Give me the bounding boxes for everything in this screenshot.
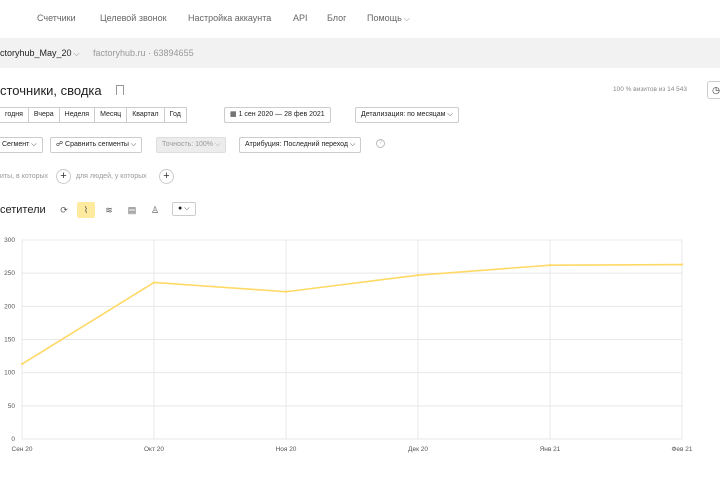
period-quarter[interactable]: Квартал (126, 107, 165, 123)
period-yesterday[interactable]: Вчера (27, 107, 60, 123)
counter-selector[interactable]: ctoryhub_May_20 ⌵ (0, 48, 80, 59)
y-tick-label: 150 (4, 337, 15, 344)
x-tick-label: Ноя 20 (276, 446, 297, 453)
segment-label: Сегмент (2, 141, 30, 148)
visits-sample-note: 100 % визитов из 14 543 (613, 86, 688, 93)
attribution-label: Атрибуция: Последний переход (245, 141, 349, 148)
data-point[interactable] (416, 273, 420, 277)
x-tick-label: Окт 20 (144, 446, 164, 453)
y-tick-label: 200 (4, 303, 15, 310)
y-tick-label: 300 (4, 237, 15, 244)
counter-id: 63894655 (153, 48, 194, 58)
period-today[interactable]: годня (0, 107, 29, 123)
visits-filter-label: иты, в которых (0, 173, 49, 180)
counter-name: ctoryhub_May_20 (0, 48, 72, 58)
nav-account-settings[interactable]: Настройка аккаунта (188, 13, 271, 23)
user-icon[interactable]: ♙ (146, 202, 164, 218)
y-tick-label: 100 (4, 370, 15, 377)
nav-api[interactable]: API (293, 13, 308, 23)
period-year[interactable]: Год (163, 107, 187, 123)
people-filter-label: для людей, у которых (76, 173, 147, 180)
chart-type-dropdown[interactable]: ● ⌵ (172, 202, 196, 216)
bar-chart-icon[interactable]: ▤ (123, 202, 141, 218)
y-tick-label: 50 (8, 403, 16, 410)
data-point[interactable] (284, 290, 288, 293)
detail-dropdown[interactable]: Детализация: по месяцам ⌵ (355, 107, 459, 123)
nav-help[interactable]: Помощь ⌵ (367, 13, 410, 24)
segment-dropdown[interactable]: Сегмент ⌵ (0, 137, 43, 153)
period-week[interactable]: Неделя (58, 107, 96, 123)
add-visits-filter-button[interactable]: + (56, 169, 71, 184)
attribution-dropdown[interactable]: Атрибуция: Последний переход ⌵ (239, 137, 362, 153)
x-tick-label: Янв 21 (540, 446, 561, 453)
data-point[interactable] (680, 263, 684, 266)
period-selector: годня Вчера Неделя Месяц Квартал Год (0, 107, 187, 123)
compare-label: Сравнить сегменты (65, 141, 129, 148)
counter-site-domain: factoryhub.ru (93, 48, 146, 58)
x-tick-label: Фев 21 (671, 446, 692, 453)
y-tick-label: 250 (4, 270, 15, 277)
data-point[interactable] (20, 362, 24, 366)
chevron-down-icon: ⌵ (130, 141, 137, 148)
calendar-icon: ▦ (230, 111, 237, 118)
chevron-down-icon: ⌵ (31, 141, 37, 148)
help-icon[interactable]: ? (376, 139, 385, 148)
date-range-button[interactable]: ▦ 1 сен 2020 — 28 фев 2021 (224, 107, 331, 123)
chevron-down-icon: ⌵ (403, 14, 410, 23)
x-axis: Сен 20 Окт 20 Ноя 20 Дек 20 Янв 21 Фев 21 (12, 446, 693, 453)
x-tick-label: Сен 20 (12, 446, 33, 453)
chevron-down-icon: ⌵ (447, 111, 453, 118)
line-chart-icon[interactable]: ⌇ (77, 202, 95, 218)
chart-series (20, 263, 684, 366)
y-tick-label: 0 (11, 436, 15, 443)
chevron-down-icon: ⌵ (73, 49, 80, 58)
counter-site: factoryhub.ru · 63894655 (93, 48, 194, 58)
x-tick-label: Дек 20 (408, 446, 428, 453)
compare-segments-dropdown[interactable]: ☍ Сравнить сегменты ⌵ (50, 137, 143, 153)
add-people-filter-button[interactable]: + (159, 169, 174, 184)
detail-label: Детализация: по месяцам (361, 111, 446, 118)
nav-target-call[interactable]: Целевой звонок (100, 13, 167, 23)
top-navigation: Счетчики Целевой звонок Настройка аккаун… (0, 0, 720, 38)
area-chart-icon[interactable]: ≋ (100, 202, 118, 218)
chevron-down-icon: ⌵ (184, 205, 190, 212)
chart-grid (21, 239, 683, 440)
data-point[interactable] (152, 281, 156, 284)
clock-icon[interactable]: ◷ (707, 81, 720, 99)
visitors-chart: 0 50 100 150 200 250 300 Сен 20 Окт 20 Ноя 20 Дек… (4, 237, 693, 453)
y-axis: 0 50 100 150 200 250 300 (4, 237, 15, 443)
chevron-down-icon: ⌵ (349, 141, 356, 148)
chevron-down-icon: ⌵ (214, 141, 221, 148)
chart-section-title: сетители (0, 204, 46, 216)
compare-icon: ☍ (56, 141, 64, 148)
nav-blog[interactable]: Блог (327, 13, 346, 23)
refresh-icon[interactable]: ⟳ (55, 202, 73, 218)
comment-icon: ● (178, 205, 183, 212)
date-range-label: 1 сен 2020 — 28 фев 2021 (238, 111, 325, 118)
series-line (21, 263, 683, 365)
nav-counters[interactable]: Счетчики (37, 13, 76, 23)
accuracy-dropdown[interactable]: Точность: 100% ⌵ (156, 137, 227, 153)
data-point[interactable] (548, 264, 552, 267)
bookmark-icon[interactable] (116, 85, 124, 95)
accuracy-label: Точность: 100% (162, 141, 214, 148)
nav-help-label: Помощь (367, 13, 402, 23)
period-month[interactable]: Месяц (94, 107, 128, 123)
counter-bar: ctoryhub_May_20 ⌵ factoryhub.ru · 6389465… (0, 38, 720, 68)
page-title: сточники, сводка (0, 83, 102, 98)
